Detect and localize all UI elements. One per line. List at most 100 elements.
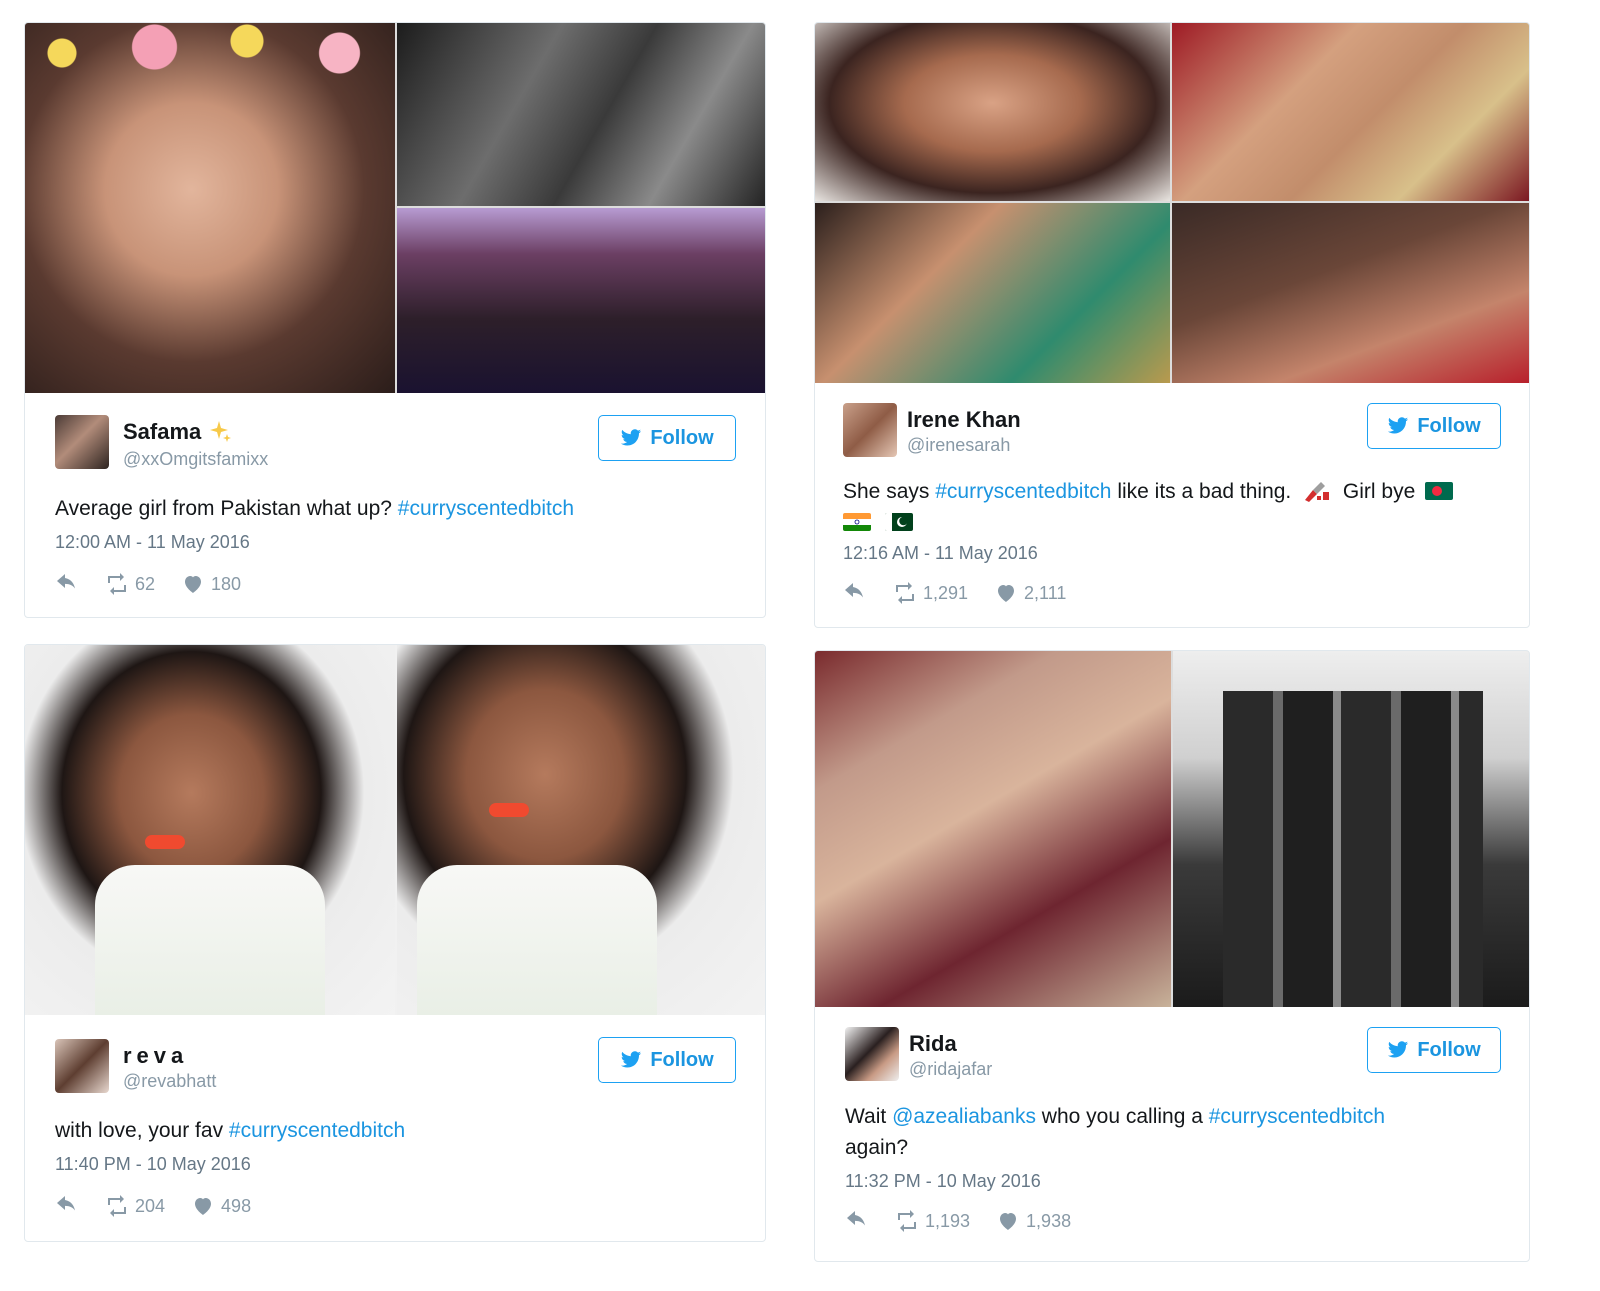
reply-button[interactable]	[845, 1209, 869, 1233]
nail-polish-icon	[1305, 482, 1330, 502]
tweet-text: Average girl from Pakistan what up? #cur…	[55, 493, 735, 524]
hashtag-link[interactable]: #curryscentedbitch	[1209, 1105, 1385, 1128]
reply-icon	[845, 583, 863, 598]
tweet-photo[interactable]	[1172, 23, 1529, 201]
follow-label: Follow	[1417, 1038, 1481, 1061]
twitter-bird-icon	[1388, 1041, 1409, 1058]
tweet-timestamp[interactable]: 12:00 AM - 11 May 2016	[55, 532, 250, 553]
sparkles-icon	[210, 421, 232, 442]
follow-label: Follow	[1417, 414, 1481, 437]
tweet-text-part: again?	[845, 1136, 909, 1159]
heart-icon	[998, 585, 1015, 602]
mention-link[interactable]: @azealiabanks	[892, 1105, 1036, 1128]
handle[interactable]: @revabhatt	[123, 1071, 216, 1092]
tweet-timestamp[interactable]: 11:32 PM - 10 May 2016	[845, 1171, 1041, 1192]
heart-icon	[195, 1198, 212, 1215]
like-count: 1,938	[1026, 1210, 1072, 1231]
flag-india-icon	[843, 513, 871, 531]
tweet-actions: 62 180	[55, 572, 241, 596]
tweet-text: Wait @azealiabanks who you calling a #cu…	[845, 1101, 1485, 1163]
avatar[interactable]	[55, 1039, 109, 1093]
handle[interactable]: @irenesarah	[907, 435, 1010, 456]
tweet-text-part: who you calling a	[1035, 1105, 1209, 1128]
avatar[interactable]	[845, 1027, 899, 1081]
follow-label: Follow	[650, 1048, 714, 1071]
tweet-photo[interactable]	[25, 645, 395, 1015]
like-button[interactable]: 1,938	[996, 1209, 1071, 1233]
reply-icon	[57, 574, 75, 589]
twitter-bird-icon	[621, 429, 642, 446]
display-name[interactable]: Irene Khan	[907, 407, 1021, 433]
tweet-photo[interactable]	[815, 651, 1171, 1007]
tweet-text-part: Average girl from Pakistan what up?	[55, 497, 398, 520]
retweet-icon	[898, 1210, 916, 1232]
reply-button[interactable]	[55, 572, 79, 596]
tweet-timestamp[interactable]: 12:16 AM - 11 May 2016	[843, 543, 1038, 564]
avatar[interactable]	[55, 415, 109, 469]
tweet-photo[interactable]	[397, 208, 765, 393]
hashtag-link[interactable]: #curryscentedbitch	[935, 480, 1111, 503]
retweet-icon	[108, 573, 126, 595]
flag-bangladesh-icon	[1425, 482, 1454, 500]
retweet-count: 1,291	[923, 582, 969, 603]
tweet-photo[interactable]	[25, 23, 395, 393]
tweet-text-part: Girl bye	[1337, 480, 1416, 503]
hashtag-link[interactable]: #curryscentedbitch	[398, 497, 574, 520]
tweet-photo[interactable]	[1173, 651, 1529, 1007]
twitter-bird-icon	[621, 1051, 642, 1068]
handle[interactable]: @xxOmgitsfamixx	[123, 449, 268, 470]
like-button[interactable]: 498	[191, 1194, 251, 1218]
tweet-actions: 1,291 2,111	[843, 581, 1066, 605]
follow-button[interactable]: Follow	[598, 1037, 736, 1083]
follow-button[interactable]: Follow	[1367, 1027, 1501, 1073]
display-name-text: Safama	[123, 419, 202, 444]
hashtag-link[interactable]: #curryscentedbitch	[229, 1119, 405, 1142]
tweet-photo[interactable]	[815, 203, 1170, 383]
tweet-media[interactable]	[25, 23, 765, 393]
like-button[interactable]: 180	[181, 572, 241, 596]
tweet-photo[interactable]	[815, 23, 1170, 201]
tweet-text-part: She says	[843, 480, 936, 503]
tweet-actions: 204 498	[55, 1194, 251, 1218]
retweet-button[interactable]: 1,291	[893, 581, 968, 605]
retweet-icon	[108, 1195, 126, 1217]
like-count: 2,111	[1024, 582, 1067, 603]
reply-icon	[847, 1211, 865, 1226]
like-count: 498	[221, 1195, 252, 1216]
tweet-media[interactable]	[815, 651, 1529, 1007]
display-name[interactable]: Rida	[909, 1031, 957, 1057]
handle[interactable]: @ridajafar	[909, 1059, 992, 1080]
like-button[interactable]: 2,111	[994, 581, 1066, 605]
retweet-button[interactable]: 62	[105, 572, 155, 596]
tweet-card: reva @revabhatt Follow with love, your f…	[24, 644, 766, 1242]
retweet-button[interactable]: 1,193	[895, 1209, 970, 1233]
tweet-photo[interactable]	[397, 23, 765, 206]
tweet-actions: 1,193 1,938	[845, 1209, 1071, 1233]
flag-pakistan-icon	[884, 513, 913, 531]
reply-button[interactable]	[843, 581, 867, 605]
follow-button[interactable]: Follow	[598, 415, 736, 461]
retweet-icon	[896, 582, 914, 604]
tweet-text-part: like its a bad thing.	[1111, 480, 1298, 503]
display-name[interactable]: reva	[123, 1043, 188, 1069]
twitter-bird-icon	[1388, 417, 1409, 434]
retweet-count: 1,193	[925, 1210, 971, 1231]
follow-button[interactable]: Follow	[1367, 403, 1501, 449]
tweet-timestamp[interactable]: 11:40 PM - 10 May 2016	[55, 1154, 251, 1175]
tweet-text: with love, your fav #curryscentedbitch	[55, 1115, 735, 1146]
tweet-media[interactable]	[815, 23, 1529, 383]
reply-button[interactable]	[55, 1194, 79, 1218]
avatar[interactable]	[843, 403, 897, 457]
tweet-card: Safama @xxOmgitsfamixx Follow Average gi…	[24, 22, 766, 618]
heart-icon	[185, 576, 202, 593]
reply-icon	[57, 1196, 75, 1211]
tweet-card: Irene Khan @irenesarah Follow She says #…	[814, 22, 1530, 628]
display-name[interactable]: Safama	[123, 419, 232, 445]
retweet-count: 204	[135, 1195, 166, 1216]
heart-icon	[1000, 1213, 1017, 1230]
tweet-media[interactable]	[25, 645, 765, 1015]
retweet-button[interactable]: 204	[105, 1194, 165, 1218]
tweet-photo[interactable]	[397, 645, 765, 1015]
tweet-photo[interactable]	[1172, 203, 1529, 383]
retweet-count: 62	[135, 573, 156, 594]
